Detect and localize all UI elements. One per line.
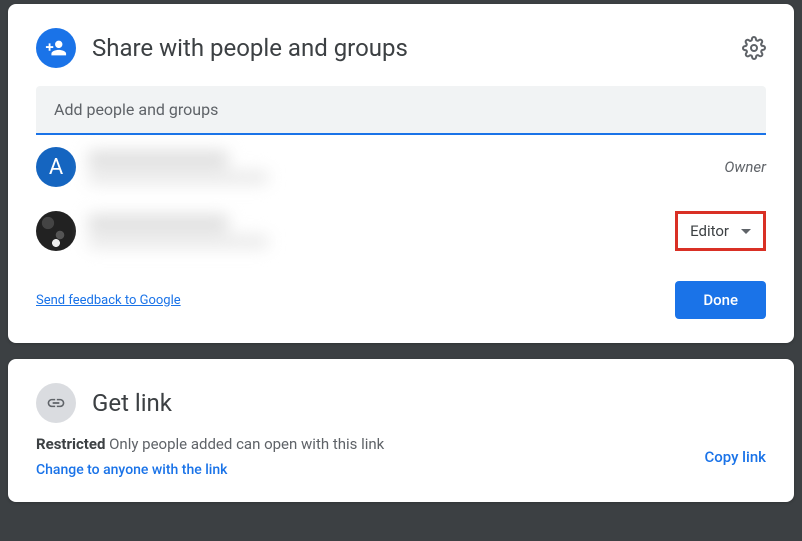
link-info: Restricted Only people added can open wi… <box>36 435 704 478</box>
done-button[interactable]: Done <box>675 281 766 319</box>
person-row-editor: Editor <box>36 199 766 263</box>
share-dialog: Share with people and groups A Owner Edi… <box>8 4 794 343</box>
link-section: Restricted Only people added can open wi… <box>36 435 766 478</box>
change-access-link[interactable]: Change to anyone with the link <box>36 462 227 478</box>
settings-icon[interactable] <box>742 36 766 60</box>
restricted-text: Only people added can open with this lin… <box>105 435 384 453</box>
copy-link-button[interactable]: Copy link <box>704 448 766 466</box>
restricted-label: Restricted <box>36 435 105 453</box>
person-add-icon <box>36 28 76 68</box>
person-info <box>88 151 724 184</box>
share-title: Share with people and groups <box>92 34 742 62</box>
avatar <box>36 211 76 251</box>
restricted-line: Restricted Only people added can open wi… <box>36 435 704 453</box>
get-link-card: Get link Restricted Only people added ca… <box>8 359 794 502</box>
link-icon <box>36 383 76 423</box>
share-footer: Send feedback to Google Done <box>36 281 766 319</box>
feedback-link[interactable]: Send feedback to Google <box>36 293 181 308</box>
person-info <box>88 215 675 248</box>
role-dropdown[interactable]: Editor <box>675 211 766 251</box>
avatar: A <box>36 147 76 187</box>
person-row-owner: A Owner <box>36 135 766 199</box>
role-label: Editor <box>690 222 729 240</box>
getlink-title: Get link <box>92 389 766 417</box>
add-people-input[interactable] <box>36 86 766 135</box>
owner-label: Owner <box>724 158 766 176</box>
share-header: Share with people and groups <box>36 28 766 68</box>
chevron-down-icon <box>741 229 751 234</box>
getlink-header: Get link <box>36 383 766 423</box>
